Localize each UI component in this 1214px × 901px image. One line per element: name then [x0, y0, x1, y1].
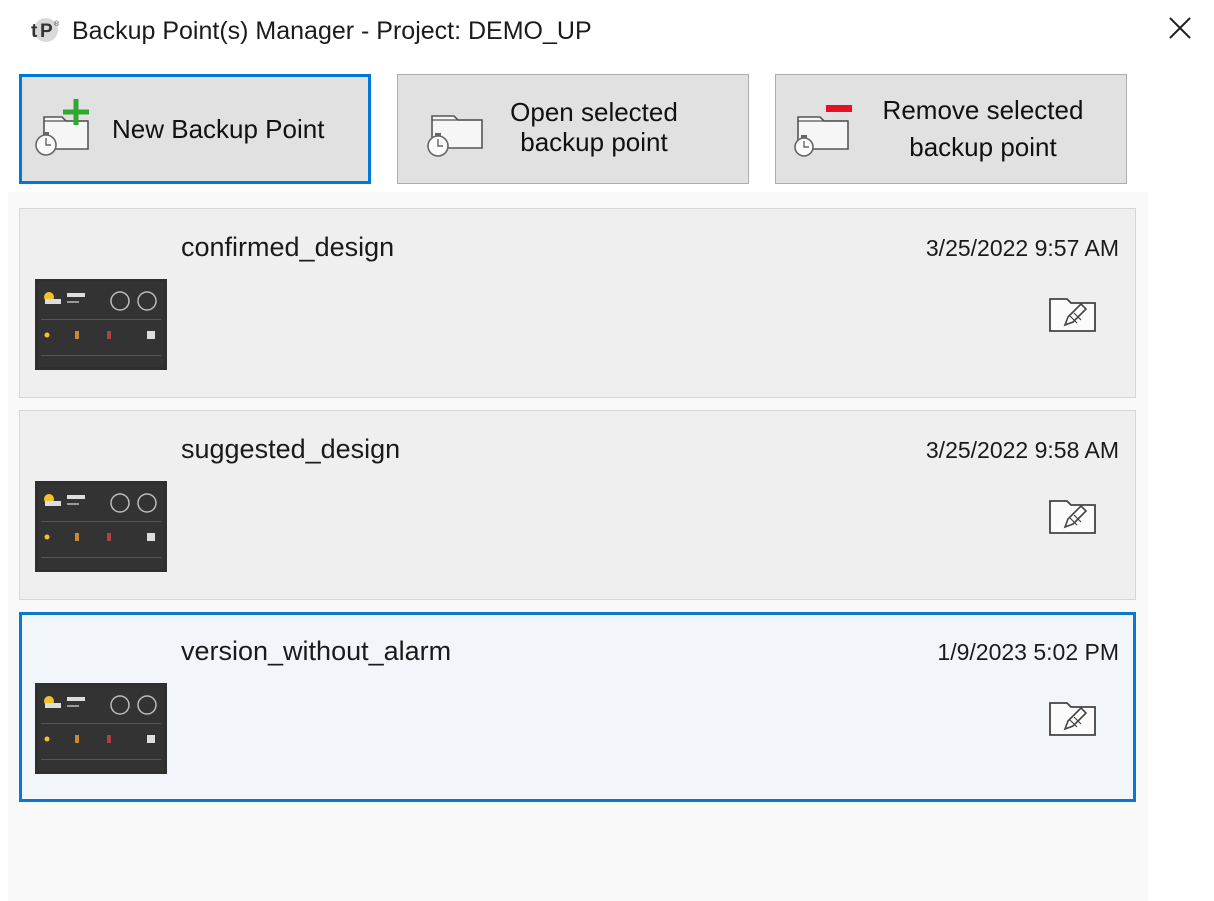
edit-folder-icon[interactable] — [1047, 495, 1099, 537]
open-selected-backup-point-button[interactable]: Open selected backup point — [397, 74, 749, 184]
backup-point-date: 1/9/2023 5:02 PM — [937, 639, 1119, 665]
edit-folder-icon[interactable] — [1047, 697, 1099, 739]
svg-text:®: ® — [54, 20, 60, 28]
backup-thumbnail — [35, 481, 167, 572]
backup-point-name: confirmed_design — [181, 232, 395, 262]
backup-point-name: suggested_design — [181, 434, 401, 464]
tp-logo-icon: t P ® — [31, 18, 60, 42]
backup-thumbnail — [35, 683, 167, 774]
edit-folder-icon[interactable] — [1047, 293, 1099, 335]
remove-label-line1: Remove selected — [882, 95, 1084, 125]
backup-point-date: 3/25/2022 9:57 AM — [925, 235, 1119, 261]
remove-selected-backup-point-button[interactable]: Remove selected backup point — [775, 74, 1127, 184]
backup-thumbnail — [35, 279, 167, 370]
new-backup-point-button[interactable]: New Backup Point — [19, 74, 371, 184]
svg-text:t: t — [31, 21, 38, 42]
backup-point-date: 3/25/2022 9:58 AM — [925, 437, 1119, 463]
title-bar: t P ® Backup Point(s) Manager - Project:… — [0, 0, 1214, 62]
open-label-line2: backup point — [520, 127, 668, 157]
svg-text:P: P — [40, 21, 53, 42]
open-label-line1: Open selected — [510, 97, 678, 127]
close-button[interactable] — [1158, 8, 1202, 48]
backup-point-item-selected[interactable]: version_without_alarm 1/9/2023 5:02 PM — [19, 612, 1136, 802]
backup-point-item[interactable]: confirmed_design 3/25/2022 9:57 AM — [19, 208, 1136, 398]
open-backup-point-icon — [427, 115, 483, 157]
remove-label-line2: backup point — [909, 132, 1057, 162]
backup-point-name: version_without_alarm — [181, 636, 452, 666]
close-icon — [1169, 17, 1191, 39]
backup-point-item[interactable]: suggested_design 3/25/2022 9:58 AM — [19, 410, 1136, 600]
new-backup-point-icon — [35, 99, 89, 156]
remove-backup-point-icon — [794, 105, 852, 157]
new-backup-point-label: New Backup Point — [112, 114, 325, 144]
window-title: Backup Point(s) Manager - Project: DEMO_… — [72, 17, 592, 45]
